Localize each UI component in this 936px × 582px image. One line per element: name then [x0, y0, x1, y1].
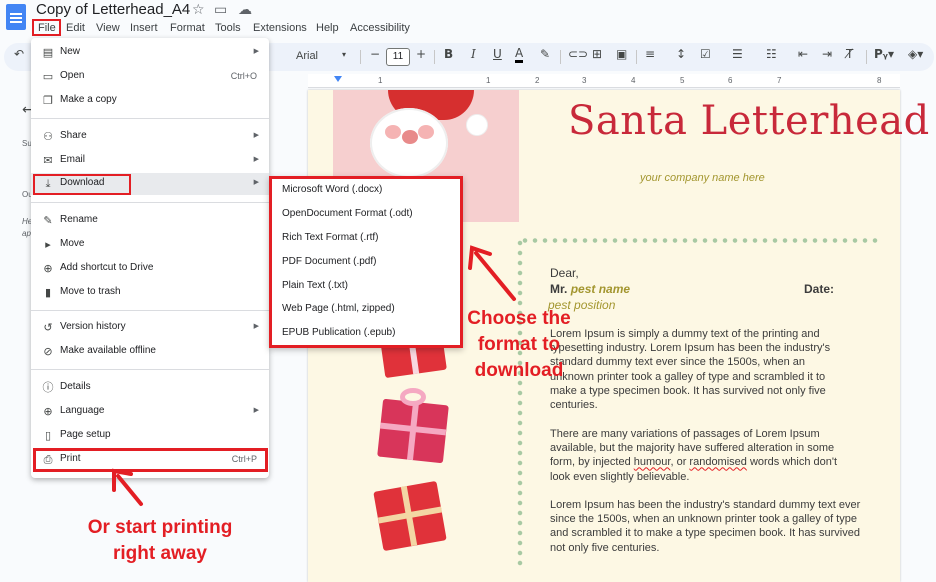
- arrow-line-format: [474, 251, 516, 301]
- annotation-arrows: [112, 245, 516, 506]
- annotation-start-printing: Or start printing right away: [87, 517, 233, 564]
- annotation-choose-format: Choose the format to download: [467, 308, 571, 381]
- arrow-line-print: [116, 474, 143, 506]
